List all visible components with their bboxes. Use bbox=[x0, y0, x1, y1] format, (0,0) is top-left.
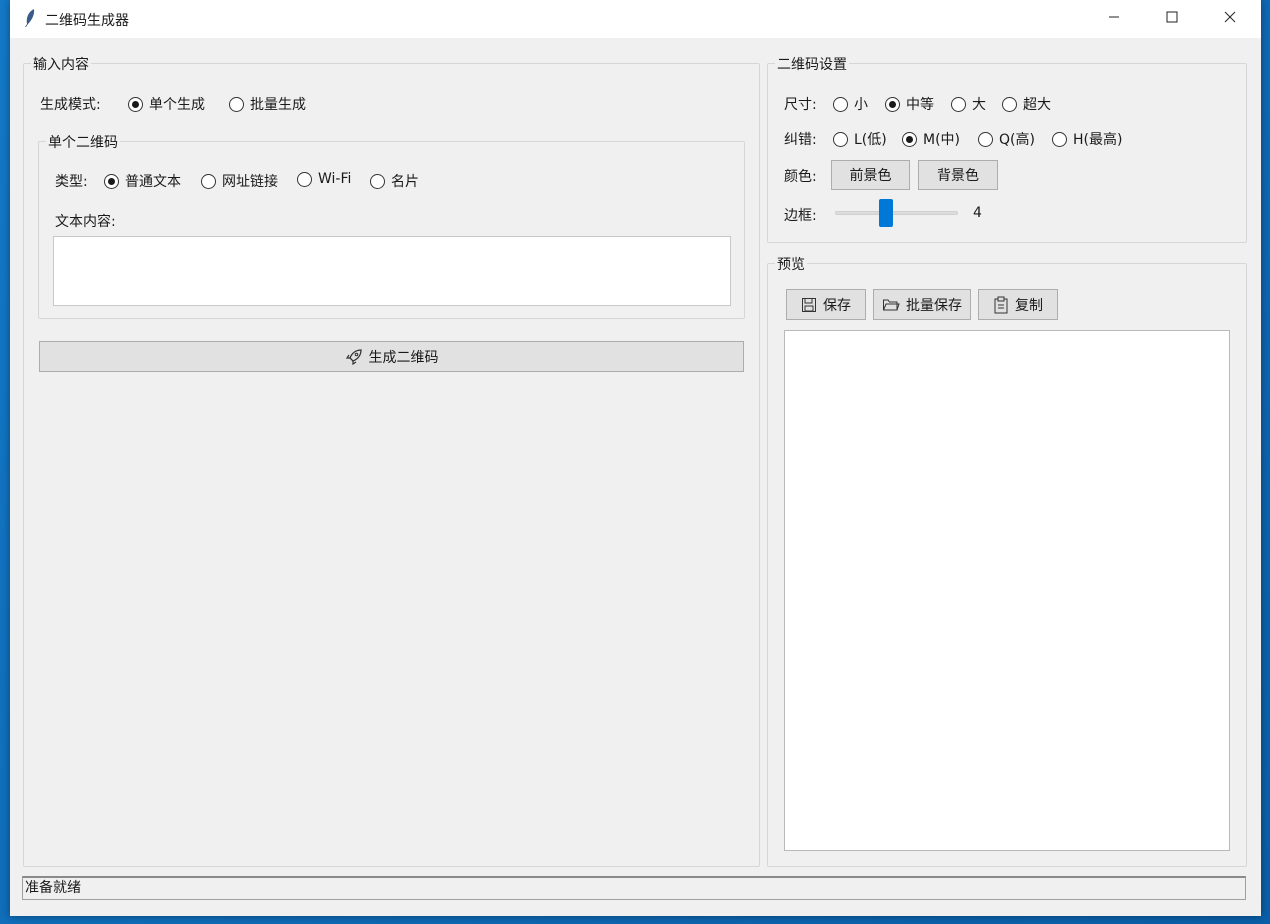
border-value: 4 bbox=[973, 205, 982, 221]
size-xlarge-radio[interactable]: 超大 bbox=[1002, 94, 1051, 114]
type-text-label: 普通文本 bbox=[125, 174, 181, 190]
generate-button[interactable]: 生成二维码 bbox=[39, 341, 744, 372]
type-url-radio[interactable]: 网址链接 bbox=[201, 171, 278, 191]
size-small-radio[interactable]: 小 bbox=[833, 94, 868, 114]
title-bar: 二维码生成器 bbox=[10, 0, 1261, 38]
window-title: 二维码生成器 bbox=[45, 13, 129, 29]
size-small-label: 小 bbox=[854, 97, 868, 113]
radio-indicator bbox=[951, 96, 966, 112]
single-qr-legend: 单个二维码 bbox=[46, 132, 120, 152]
content-textarea[interactable] bbox=[53, 236, 731, 306]
size-medium-radio[interactable]: 中等 bbox=[885, 94, 934, 114]
input-group: 输入内容 生成模式: 单个生成 批量生成 单个二维码 类型: 普通文本 网址链接… bbox=[23, 54, 760, 867]
type-card-radio[interactable]: 名片 bbox=[370, 171, 419, 191]
clipboard-icon bbox=[993, 296, 1009, 314]
type-text-radio[interactable]: 普通文本 bbox=[104, 171, 181, 191]
batch-save-label: 批量保存 bbox=[906, 297, 962, 314]
radio-indicator bbox=[833, 96, 848, 112]
type-label: 类型: bbox=[55, 174, 88, 190]
input-group-legend: 输入内容 bbox=[31, 54, 91, 74]
save-button[interactable]: 保存 bbox=[786, 289, 866, 320]
settings-group: 二维码设置 尺寸: 小 中等 大 超大 纠错: L(低) M(中) Q(高) H… bbox=[767, 54, 1247, 243]
foreground-color-button[interactable]: 前景色 bbox=[831, 160, 910, 190]
color-label: 颜色: bbox=[784, 169, 817, 185]
radio-indicator bbox=[201, 173, 216, 189]
feather-icon bbox=[22, 8, 38, 28]
copy-button[interactable]: 复制 bbox=[978, 289, 1058, 320]
content-label: 文本内容: bbox=[55, 214, 116, 230]
ecc-m-label: M(中) bbox=[923, 132, 961, 148]
rocket-icon bbox=[345, 348, 363, 366]
mode-batch-label: 批量生成 bbox=[250, 97, 306, 113]
border-label: 边框: bbox=[784, 208, 817, 224]
size-large-label: 大 bbox=[972, 97, 986, 113]
border-slider-thumb[interactable] bbox=[878, 199, 893, 227]
floppy-icon bbox=[801, 297, 817, 313]
radio-indicator bbox=[1002, 96, 1017, 112]
ecc-label: 纠错: bbox=[784, 132, 817, 148]
ecc-l-radio[interactable]: L(低) bbox=[833, 129, 887, 149]
size-label: 尺寸: bbox=[784, 97, 817, 113]
close-button[interactable] bbox=[1201, 0, 1259, 38]
type-wifi-radio[interactable]: Wi-Fi bbox=[297, 171, 351, 187]
mode-label: 生成模式: bbox=[40, 97, 101, 113]
ecc-h-radio[interactable]: H(最高) bbox=[1052, 129, 1122, 149]
mode-single-label: 单个生成 bbox=[149, 97, 205, 113]
radio-indicator bbox=[104, 173, 119, 189]
type-wifi-label: Wi-Fi bbox=[318, 171, 352, 187]
batch-save-button[interactable]: 批量保存 bbox=[873, 289, 971, 320]
ecc-q-radio[interactable]: Q(高) bbox=[978, 129, 1035, 149]
radio-indicator bbox=[128, 96, 143, 112]
radio-indicator bbox=[833, 131, 848, 147]
mode-batch-radio[interactable]: 批量生成 bbox=[229, 94, 306, 114]
border-slider-track[interactable] bbox=[835, 211, 958, 215]
app-window: 二维码生成器 输入内容 生成模式: 单个生成 批量生成 单个二维码 类型: 普通… bbox=[10, 0, 1261, 916]
status-bar: 准备就绪 bbox=[22, 876, 1246, 900]
radio-indicator bbox=[885, 96, 900, 112]
ecc-h-label: H(最高) bbox=[1073, 132, 1123, 148]
background-color-button[interactable]: 背景色 bbox=[918, 160, 998, 190]
save-button-label: 保存 bbox=[823, 297, 851, 314]
maximize-button[interactable] bbox=[1143, 0, 1201, 38]
radio-indicator bbox=[902, 131, 917, 147]
single-qr-group: 单个二维码 类型: 普通文本 网址链接 Wi-Fi 名片 文本内容: bbox=[38, 132, 745, 319]
radio-indicator bbox=[978, 131, 993, 147]
ecc-q-label: Q(高) bbox=[999, 132, 1035, 148]
size-large-radio[interactable]: 大 bbox=[951, 94, 986, 114]
radio-indicator bbox=[229, 96, 244, 112]
minimize-icon bbox=[1108, 11, 1120, 27]
type-url-label: 网址链接 bbox=[222, 174, 278, 190]
close-icon bbox=[1224, 11, 1236, 27]
radio-indicator bbox=[1052, 131, 1067, 147]
qr-preview-area bbox=[784, 330, 1230, 851]
ecc-m-radio[interactable]: M(中) bbox=[902, 129, 960, 149]
settings-legend: 二维码设置 bbox=[775, 54, 849, 74]
copy-button-label: 复制 bbox=[1015, 297, 1043, 314]
radio-indicator bbox=[370, 173, 385, 189]
generate-button-label: 生成二维码 bbox=[368, 349, 439, 366]
maximize-icon bbox=[1166, 11, 1178, 27]
type-card-label: 名片 bbox=[391, 174, 419, 190]
folder-icon bbox=[882, 297, 900, 313]
radio-indicator bbox=[297, 171, 312, 187]
preview-group: 预览 保存 批量保存 复制 bbox=[767, 254, 1247, 867]
minimize-button[interactable] bbox=[1085, 0, 1143, 38]
size-medium-label: 中等 bbox=[906, 97, 934, 113]
size-xlarge-label: 超大 bbox=[1023, 97, 1051, 113]
preview-legend: 预览 bbox=[775, 254, 807, 274]
mode-single-radio[interactable]: 单个生成 bbox=[128, 94, 205, 114]
ecc-l-label: L(低) bbox=[854, 132, 887, 148]
